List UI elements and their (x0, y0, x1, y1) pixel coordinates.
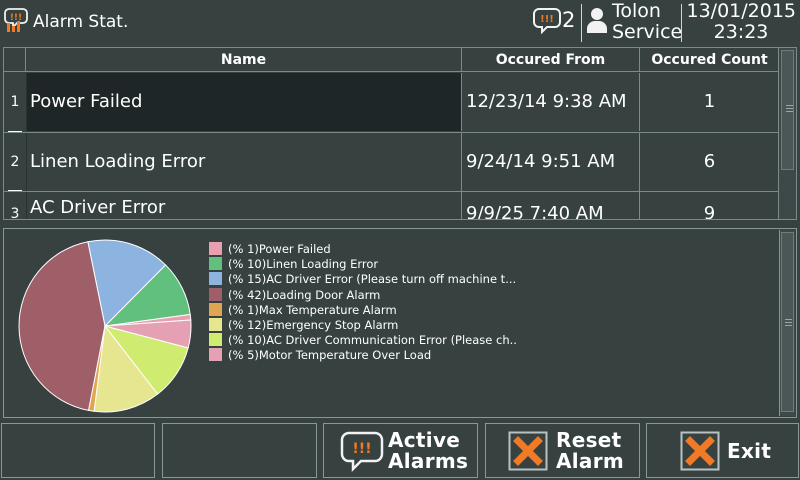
active-alarms-label: Alarms (388, 449, 469, 473)
row-index: 2 (10, 154, 20, 170)
scrollbar-grip (785, 322, 792, 323)
legend-item: (% 5)Motor Temperature Over Load (209, 348, 759, 363)
user-name: Tolon (612, 0, 661, 22)
occured-from: 9/24/14 9:51 AM (462, 133, 640, 191)
active-alarms-label: Active (388, 428, 461, 452)
alarm-stat-icon: !!! (4, 8, 28, 32)
table-row[interactable]: 3 AC Driver Error 9/9/25 7:40 AM 9 (4, 192, 779, 220)
legend-label: (% 10)AC Driver Communication Error (Ple… (228, 333, 517, 348)
active-alarm-icon: !!! (340, 431, 384, 473)
legend-swatch (209, 302, 222, 316)
page-title: Alarm Stat. (33, 12, 129, 32)
legend-item: (% 12)Emergency Stop Alarm (209, 317, 759, 333)
legend-label: (% 5)Motor Temperature Over Load (228, 348, 432, 363)
row-index: 1 (10, 94, 20, 110)
occured-from: 12/23/14 9:38 AM (462, 73, 640, 131)
pie-slice (18, 241, 106, 412)
chart-scrollbar[interactable] (779, 230, 795, 416)
exit-button[interactable]: Exit (646, 423, 799, 478)
reset-alarm-label: Alarm (556, 449, 625, 473)
header-bar: !!! Alarm Stat. !!! 2 Tolon Service 13/0… (0, 0, 800, 44)
alarm-name: Linen Loading Error (26, 133, 462, 191)
alarm-count: 2 (562, 8, 576, 32)
occured-from: 9/9/25 7:40 AM (462, 192, 640, 219)
empty-button-slot (1, 423, 155, 478)
legend-label: (% 15)AC Driver Error (Please turn off m… (228, 272, 517, 287)
close-x-icon (680, 431, 720, 471)
row-divider (8, 131, 22, 132)
legend-swatch (209, 333, 222, 347)
active-alarms-button[interactable]: !!! Active Alarms (323, 423, 478, 478)
empty-button-slot (162, 423, 317, 478)
reset-alarm-button[interactable]: Reset Alarm (485, 423, 640, 478)
svg-text:!!!: !!! (540, 14, 554, 25)
occured-count: 6 (703, 151, 716, 172)
legend-label: (% 42)Loading Door Alarm (228, 287, 381, 302)
occured-count: 1 (703, 91, 716, 112)
table-scrollbar[interactable] (778, 48, 796, 219)
pie-chart (18, 239, 192, 413)
chart-panel: (% 1)Power Failed (% 10)Linen Loading Err… (3, 228, 797, 418)
legend-swatch (209, 242, 222, 255)
table-row[interactable]: 2 Linen Loading Error 9/24/14 9:51 AM 6 (4, 133, 779, 191)
reset-alarm-label: Reset (556, 428, 622, 452)
scrollbar-thumb[interactable] (781, 50, 794, 170)
legend-item: (% 10)Linen Loading Error (209, 257, 759, 272)
legend-label: (% 1)Power Failed (228, 242, 331, 256)
user-role: Service (612, 21, 683, 43)
legend-item: (% 15)AC Driver Error (Please turn off m… (209, 272, 759, 287)
column-header-index (4, 48, 26, 72)
alarm-name: Power Failed (26, 73, 462, 131)
scrollbar-grip (786, 111, 793, 112)
legend-swatch (209, 317, 222, 331)
svg-text:!!!: !!! (10, 13, 22, 23)
legend-label: (% 12)Emergency Stop Alarm (228, 317, 399, 332)
legend-label: (% 10)Linen Loading Error (228, 257, 379, 272)
scrollbar-grip (786, 108, 793, 109)
time-display: 23:23 (713, 21, 769, 43)
legend-swatch (209, 272, 222, 286)
legend-swatch (209, 287, 222, 301)
legend-swatch (209, 348, 222, 362)
table-row[interactable]: 1 Power Failed 12/23/14 9:38 AM 1 (4, 73, 779, 131)
row-divider (8, 190, 22, 191)
chart-legend: (% 1)Power Failed (% 10)Linen Loading Err… (209, 242, 759, 364)
occured-count: 9 (703, 203, 716, 220)
scrollbar-grip (785, 319, 792, 320)
alarm-name: AC Driver Error (26, 192, 462, 219)
column-header-name[interactable]: Name (26, 48, 462, 72)
table-header: Name Occured From Occured Count (4, 48, 779, 72)
header-divider (681, 4, 682, 42)
header-divider (581, 4, 582, 42)
date-display: 13/01/2015 (686, 0, 796, 22)
legend-item: (% 10)AC Driver Communication Error (Ple… (209, 333, 759, 348)
legend-item: (% 42)Loading Door Alarm (209, 287, 759, 303)
close-x-icon (508, 431, 548, 471)
column-header-occured-count[interactable]: Occured Count (640, 48, 779, 72)
legend-swatch (209, 257, 222, 271)
exit-label: Exit (727, 439, 772, 463)
column-header-occured-from[interactable]: Occured From (462, 48, 640, 72)
row-index: 3 (10, 206, 20, 220)
scrollbar-grip (786, 105, 793, 106)
scrollbar-thumb[interactable] (781, 232, 794, 412)
scrollbar-grip (785, 325, 792, 326)
legend-label: (% 1)Max Temperature Alarm (228, 302, 397, 317)
active-alarm-icon[interactable]: !!! (532, 6, 562, 34)
legend-item: (% 1)Power Failed (209, 242, 759, 257)
svg-text:!!!: !!! (352, 441, 371, 457)
user-icon (587, 8, 607, 33)
legend-item: (% 1)Max Temperature Alarm (209, 302, 759, 318)
alarm-table: Name Occured From Occured Count 1 Power … (3, 47, 797, 220)
